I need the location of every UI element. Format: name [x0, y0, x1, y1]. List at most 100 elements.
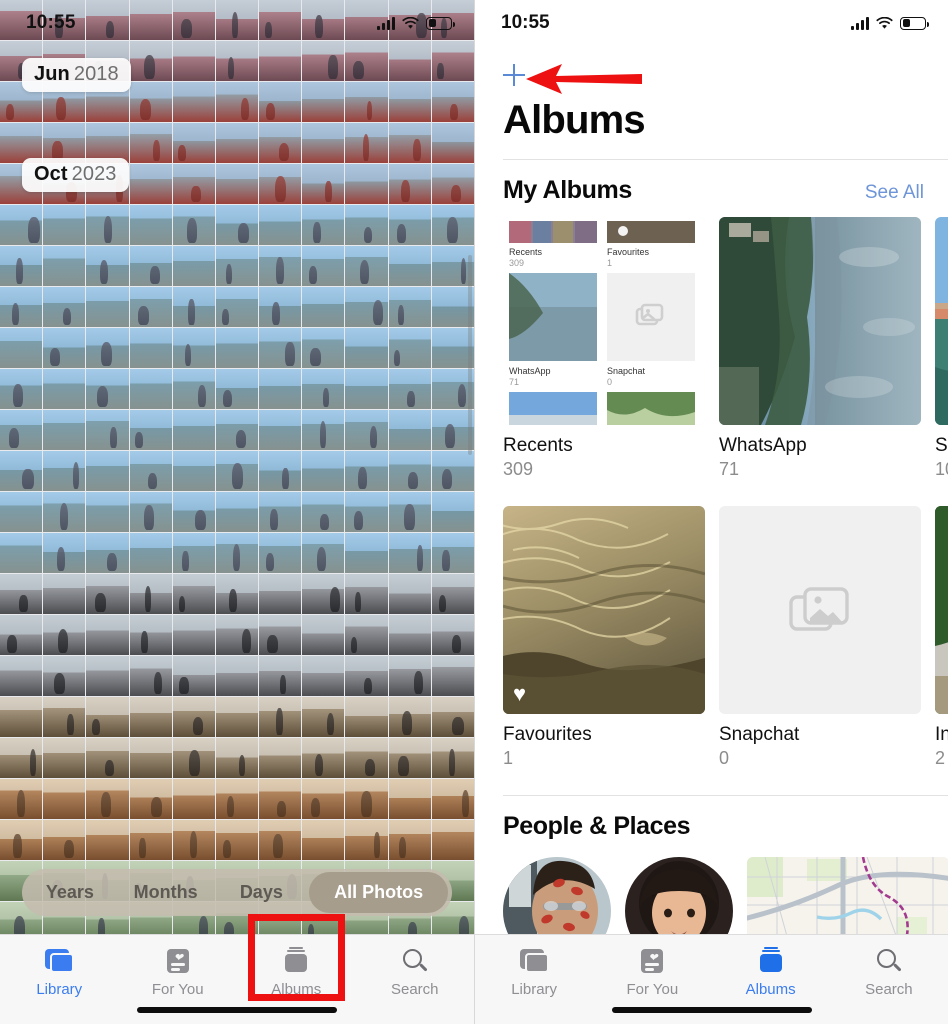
photo-thumbnail[interactable] — [43, 779, 86, 819]
photo-thumbnail[interactable] — [388, 123, 431, 163]
photo-thumbnail[interactable] — [43, 820, 86, 860]
photo-thumbnail[interactable] — [388, 451, 431, 491]
tab-albums[interactable]: Albums — [712, 947, 830, 998]
photo-thumbnail[interactable] — [345, 410, 388, 450]
segment-months[interactable]: Months — [118, 882, 214, 903]
photo-thumbnail[interactable] — [388, 533, 431, 573]
photo-thumbnail[interactable] — [388, 410, 431, 450]
photo-thumbnail[interactable] — [259, 779, 302, 819]
photo-thumbnail[interactable] — [129, 123, 172, 163]
photo-thumbnail[interactable] — [172, 820, 215, 860]
photo-thumbnail[interactable] — [43, 205, 86, 245]
photo-thumbnail[interactable] — [0, 246, 43, 286]
photo-thumbnail[interactable] — [259, 820, 302, 860]
photo-thumbnail[interactable] — [345, 697, 388, 737]
photo-thumbnail[interactable] — [259, 656, 302, 696]
photo-thumbnail[interactable] — [302, 574, 345, 614]
photo-thumbnail[interactable] — [388, 492, 431, 532]
tab-library[interactable]: Library — [0, 947, 119, 998]
photo-thumbnail[interactable] — [302, 615, 345, 655]
photo-thumbnail[interactable] — [345, 656, 388, 696]
home-indicator[interactable] — [611, 1007, 812, 1013]
photo-thumbnail[interactable] — [0, 779, 43, 819]
photo-thumbnail[interactable] — [388, 164, 431, 204]
photo-thumbnail[interactable] — [172, 574, 215, 614]
timeline-segmented-control[interactable]: Years Months Days All Photos — [22, 869, 452, 916]
photo-thumbnail[interactable] — [345, 451, 388, 491]
photo-thumbnail[interactable] — [431, 82, 474, 122]
photo-thumbnail[interactable] — [302, 533, 345, 573]
album-thumbnail[interactable] — [719, 217, 921, 425]
photo-thumbnail[interactable] — [259, 615, 302, 655]
photo-thumbnail[interactable] — [345, 369, 388, 409]
photo-thumbnail[interactable] — [302, 656, 345, 696]
photo-thumbnail[interactable] — [302, 738, 345, 778]
photo-thumbnail[interactable] — [215, 574, 259, 614]
photo-thumbnail[interactable] — [302, 410, 345, 450]
photo-thumbnail[interactable] — [172, 369, 215, 409]
photo-thumbnail[interactable] — [259, 410, 302, 450]
photo-thumbnail[interactable] — [43, 246, 86, 286]
photo-thumbnail[interactable] — [215, 697, 259, 737]
photo-thumbnail[interactable] — [129, 574, 172, 614]
photo-thumbnail[interactable] — [0, 697, 43, 737]
photo-thumbnail[interactable] — [215, 123, 259, 163]
photo-thumbnail[interactable] — [86, 246, 129, 286]
photo-thumbnail[interactable] — [388, 574, 431, 614]
photo-thumbnail[interactable] — [0, 533, 43, 573]
photo-thumbnail[interactable] — [172, 328, 215, 368]
photo-thumbnail[interactable] — [0, 123, 43, 163]
photo-thumbnail[interactable] — [388, 328, 431, 368]
photo-thumbnail[interactable] — [215, 41, 259, 81]
photo-thumbnail[interactable] — [345, 492, 388, 532]
album-cell-partial-s[interactable]: S 10 — [935, 217, 948, 480]
photo-thumbnail[interactable] — [302, 41, 345, 81]
photo-thumbnail[interactable] — [43, 615, 86, 655]
photo-thumbnail[interactable] — [0, 615, 43, 655]
photo-thumbnail[interactable] — [129, 164, 172, 204]
photo-thumbnail[interactable] — [172, 492, 215, 532]
photo-thumbnail[interactable] — [129, 246, 172, 286]
photo-thumbnail[interactable] — [302, 369, 345, 409]
photo-thumbnail[interactable] — [215, 820, 259, 860]
photo-thumbnail[interactable] — [259, 123, 302, 163]
photo-thumbnail[interactable] — [259, 246, 302, 286]
photo-thumbnail[interactable] — [302, 820, 345, 860]
photo-thumbnail[interactable] — [431, 615, 474, 655]
photo-thumbnail[interactable] — [259, 492, 302, 532]
photo-thumbnail[interactable] — [129, 328, 172, 368]
photo-thumbnail[interactable] — [86, 451, 129, 491]
photo-thumbnail[interactable] — [172, 164, 215, 204]
photo-thumbnail[interactable] — [431, 123, 474, 163]
photo-thumbnail[interactable] — [215, 533, 259, 573]
tab-for-you[interactable]: ❤ For You — [593, 947, 711, 998]
photo-thumbnail[interactable] — [129, 82, 172, 122]
photo-thumbnail[interactable] — [302, 328, 345, 368]
album-thumbnail[interactable]: ♥ — [503, 506, 705, 714]
photo-thumbnail[interactable] — [129, 205, 172, 245]
photo-thumbnail[interactable] — [129, 41, 172, 81]
photo-thumbnail[interactable] — [215, 287, 259, 327]
photo-thumbnail[interactable] — [215, 410, 259, 450]
photo-thumbnail[interactable] — [431, 697, 474, 737]
photo-thumbnail[interactable] — [0, 451, 43, 491]
segment-years[interactable]: Years — [22, 882, 118, 903]
photo-thumbnail[interactable] — [172, 123, 215, 163]
photo-thumbnail[interactable] — [86, 574, 129, 614]
photo-thumbnail[interactable] — [388, 697, 431, 737]
photo-thumbnail[interactable] — [259, 41, 302, 81]
photo-thumbnail[interactable] — [388, 205, 431, 245]
photo-thumbnail[interactable] — [0, 205, 43, 245]
photo-thumbnail[interactable] — [302, 451, 345, 491]
photo-thumbnail[interactable] — [259, 205, 302, 245]
photo-thumbnail[interactable] — [302, 697, 345, 737]
photo-thumbnail[interactable] — [431, 574, 474, 614]
photo-thumbnail[interactable] — [43, 369, 86, 409]
photo-thumbnail[interactable] — [345, 246, 388, 286]
photo-thumbnail[interactable] — [129, 410, 172, 450]
photo-thumbnail[interactable] — [0, 656, 43, 696]
photo-thumbnail[interactable] — [345, 615, 388, 655]
photo-thumbnail[interactable] — [388, 369, 431, 409]
photo-thumbnail[interactable] — [172, 82, 215, 122]
photo-thumbnail[interactable] — [388, 656, 431, 696]
